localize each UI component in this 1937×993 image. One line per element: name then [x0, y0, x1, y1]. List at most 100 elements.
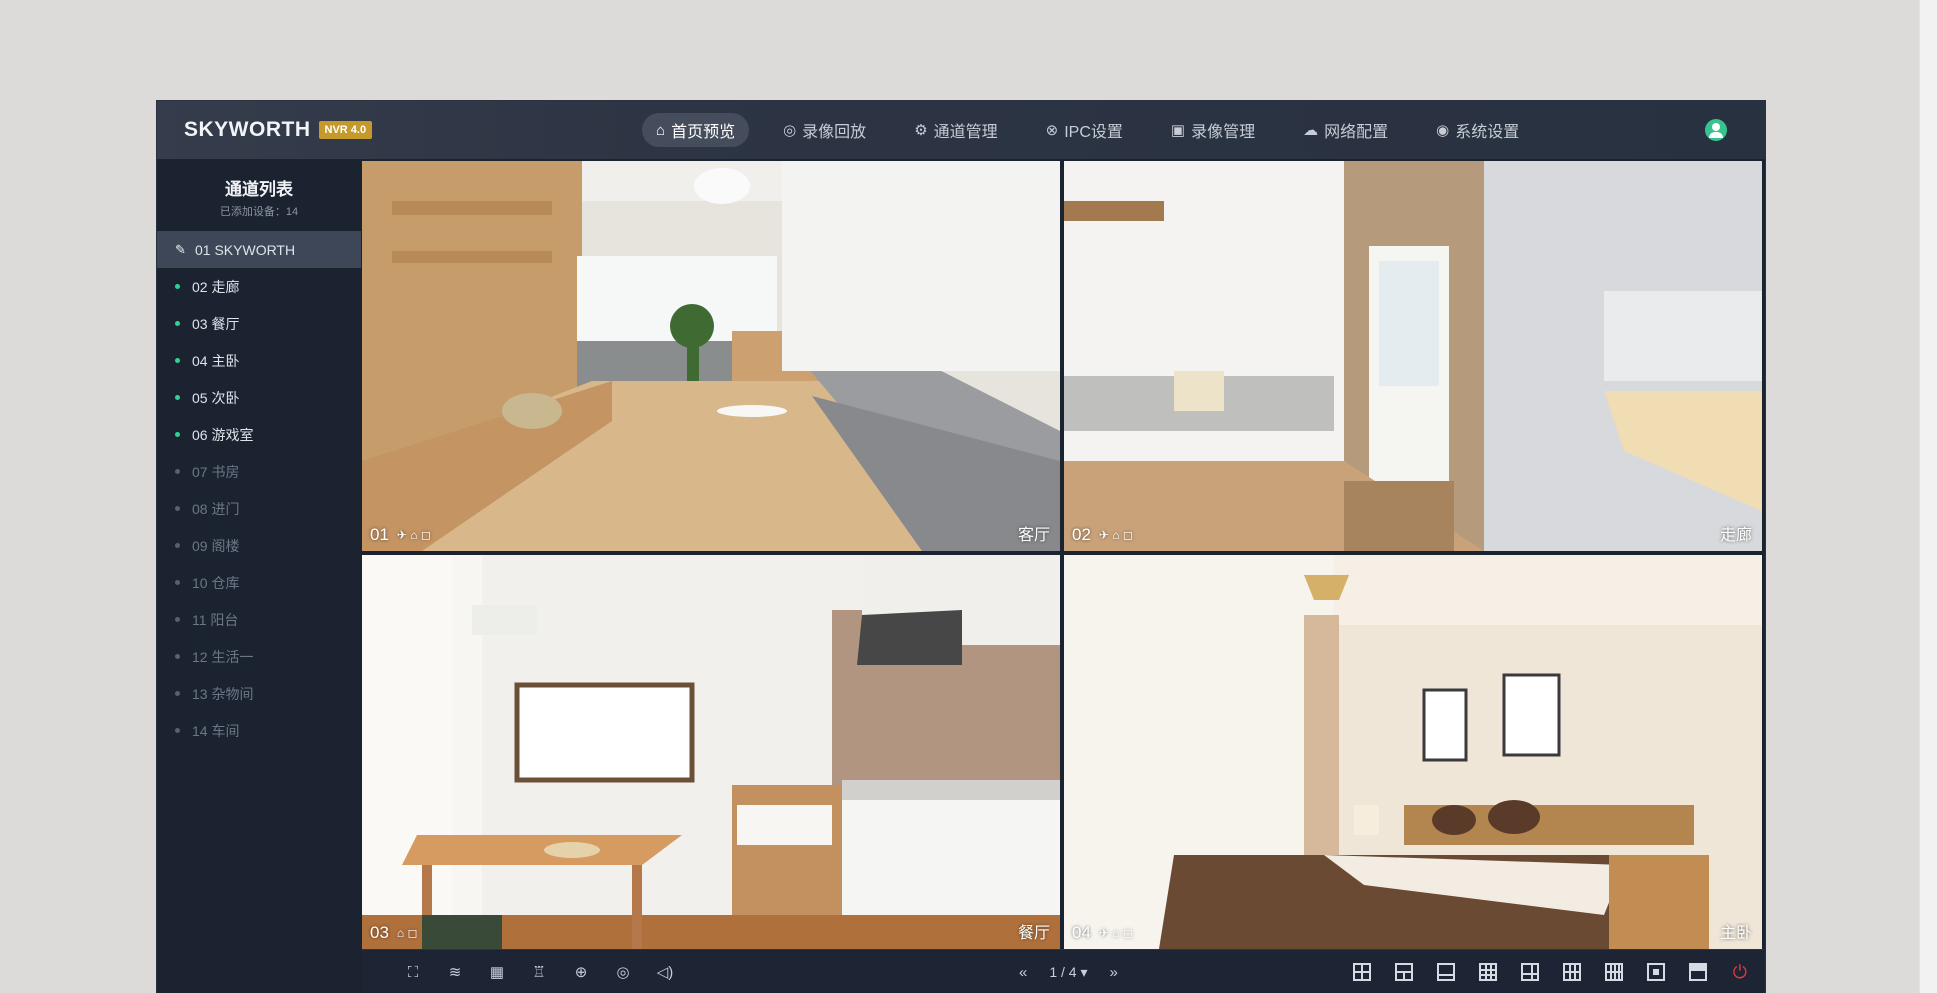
preview-tools: ⛶ ≋ ▦ ♖ ⊕ ◎ ◁) [402, 950, 696, 993]
offline-dot-icon [175, 543, 180, 548]
camera-name: 客厅 [1017, 527, 1050, 544]
channel-item[interactable]: 12 生活一 [157, 638, 361, 675]
channel-label: 03 餐厅 [192, 315, 240, 332]
qr-icon[interactable]: ▦ [486, 961, 508, 983]
channel-item[interactable]: 05 次卧 [157, 379, 361, 416]
page-indicator[interactable]: 1 / 4 ▾ [1049, 964, 1087, 981]
camera-status-icons: ✈ ⌂ ◻ [1098, 926, 1133, 940]
camera-id: 04 ✈ ⌂ ◻ [1072, 923, 1133, 942]
channel-label: 13 杂物间 [192, 685, 254, 702]
nav-label: 网络配置 [1324, 124, 1389, 141]
alarm-icon[interactable]: ♖ [528, 961, 550, 983]
layout-1-icon[interactable] [1646, 963, 1665, 981]
edit-icon[interactable]: ✎ [175, 242, 191, 258]
channel-label: 12 生活一 [192, 648, 254, 665]
page-scrollbar[interactable] [1919, 0, 1937, 993]
zoom-icon[interactable]: ⊕ [570, 961, 592, 983]
nav-label: 录像回放 [802, 124, 867, 141]
channel-list: ✎ 01 SKYWORTH 02 走廊 03 餐厅 04 主卧 05 次卧 06… [157, 231, 361, 749]
online-dot-icon [175, 358, 180, 363]
ptz-icon[interactable]: ◎ [612, 961, 634, 983]
online-dot-icon [175, 321, 180, 326]
camera-feed-kitchen [362, 555, 1060, 949]
camera-tile[interactable]: 03 ⌂ ◻ 餐厅 [362, 555, 1060, 949]
channel-item[interactable]: 09 阁楼 [157, 527, 361, 564]
channel-label: 10 仓库 [192, 574, 240, 591]
camera-status-icons: ⌂ ◻ [396, 926, 418, 940]
online-dot-icon [175, 284, 180, 289]
camera-tile[interactable]: 04 ✈ ⌂ ◻ 主卧 [1064, 555, 1762, 949]
layout-8-icon[interactable] [1562, 963, 1581, 981]
nav-record-management[interactable]: ▣ 录像管理 [1157, 113, 1269, 147]
layout-6-icon[interactable] [1520, 963, 1539, 981]
offline-dot-icon [175, 506, 180, 511]
channel-item[interactable]: 02 走廊 [157, 268, 361, 305]
nav-label: IPC设置 [1064, 124, 1123, 141]
prev-page-button[interactable]: « [1019, 964, 1027, 981]
online-dot-icon [175, 395, 180, 400]
offline-dot-icon [175, 728, 180, 733]
channel-icon: ⚙ [914, 122, 928, 139]
camera-name: 走廊 [1719, 527, 1752, 544]
channel-label: 06 游戏室 [192, 426, 254, 443]
channel-item[interactable]: 03 餐厅 [157, 305, 361, 342]
offline-dot-icon [175, 580, 180, 585]
settings-icon: ◉ [1436, 122, 1450, 139]
brand-logo: SKYWORTH NVR 4.0 [184, 115, 373, 145]
layout-16-icon[interactable] [1604, 963, 1623, 981]
channel-item[interactable]: 06 游戏室 [157, 416, 361, 453]
nav-home-preview[interactable]: ⌂ 首页预览 [642, 113, 750, 147]
camera-feed-bedroom [1064, 555, 1762, 949]
camera-tile[interactable]: 01 ✈ ⌂ ◻ 客厅 [362, 161, 1060, 551]
channel-item[interactable]: 08 进门 [157, 490, 361, 527]
record-icon: ▣ [1170, 122, 1186, 139]
adjust-icon[interactable]: ≋ [444, 961, 466, 983]
camera-tile[interactable]: 02 ✈ ⌂ ◻ 走廊 [1064, 161, 1762, 551]
nav-label: 首页预览 [671, 124, 736, 141]
bottom-toolbar: ⛶ ≋ ▦ ♖ ⊕ ◎ ◁) « 1 / 4 ▾ » ⏻ [362, 949, 1765, 993]
camera-name: 餐厅 [1017, 925, 1050, 942]
playback-icon: ◎ [783, 122, 797, 139]
channel-label: 05 次卧 [192, 389, 240, 406]
nav-playback[interactable]: ◎ 录像回放 [769, 113, 880, 147]
layout-2-icon[interactable] [1394, 963, 1413, 981]
channel-item[interactable]: 13 杂物间 [157, 675, 361, 712]
offline-dot-icon [175, 617, 180, 622]
home-icon: ⌂ [656, 121, 666, 139]
layout-9-icon[interactable] [1478, 963, 1497, 981]
volume-icon[interactable]: ◁) [654, 961, 676, 983]
channel-item[interactable]: 14 车间 [157, 712, 361, 749]
next-page-button[interactable]: » [1110, 964, 1118, 981]
nav-ipc-settings[interactable]: ⊗ IPC设置 [1032, 113, 1137, 147]
channel-item[interactable]: ✎ 01 SKYWORTH [157, 231, 361, 268]
video-grid: 01 ✈ ⌂ ◻ 客厅 02 ✈ ⌂ ◻ 走廊 03 ⌂ ◻ 餐厅 04 ✈ ⌂… [362, 161, 1762, 949]
fullscreen-icon[interactable]: ⛶ [402, 961, 424, 983]
offline-dot-icon [175, 691, 180, 696]
channel-item[interactable]: 07 书房 [157, 453, 361, 490]
layout-switcher: ⏻ [1329, 950, 1747, 993]
version-badge: NVR 4.0 [318, 121, 373, 139]
main-nav: ⌂ 首页预览 ◎ 录像回放 ⚙ 通道管理 ⊗ IPC设置 ▣ 录像管理 ☁ 网络… [642, 101, 1553, 159]
page-switcher: « 1 / 4 ▾ » [997, 950, 1140, 993]
ipc-icon: ⊗ [1045, 122, 1059, 139]
nav-label: 系统设置 [1455, 124, 1520, 141]
camera-status-icons: ✈ ⌂ ◻ [1098, 528, 1133, 542]
channel-label: 01 SKYWORTH [195, 241, 296, 258]
offline-dot-icon [175, 469, 180, 474]
channel-label: 14 车间 [192, 722, 240, 739]
nvr-app: SKYWORTH NVR 4.0 ⌂ 首页预览 ◎ 录像回放 ⚙ 通道管理 ⊗ … [157, 101, 1765, 993]
channel-item[interactable]: 04 主卧 [157, 342, 361, 379]
nav-network-config[interactable]: ☁ 网络配置 [1289, 113, 1402, 147]
channel-item[interactable]: 10 仓库 [157, 564, 361, 601]
power-icon[interactable]: ⏻ [1733, 962, 1747, 983]
layout-4-icon[interactable] [1352, 963, 1371, 981]
nav-channel-management[interactable]: ⚙ 通道管理 [900, 113, 1011, 147]
layout-1plus-icon[interactable] [1436, 963, 1455, 981]
network-icon: ☁ [1303, 122, 1319, 139]
channel-item[interactable]: 11 阳台 [157, 601, 361, 638]
user-avatar-icon[interactable] [1705, 119, 1727, 141]
camera-name: 主卧 [1719, 925, 1752, 942]
layout-full-icon[interactable] [1688, 963, 1707, 981]
channel-label: 11 阳台 [192, 611, 239, 628]
nav-system-settings[interactable]: ◉ 系统设置 [1422, 113, 1533, 147]
